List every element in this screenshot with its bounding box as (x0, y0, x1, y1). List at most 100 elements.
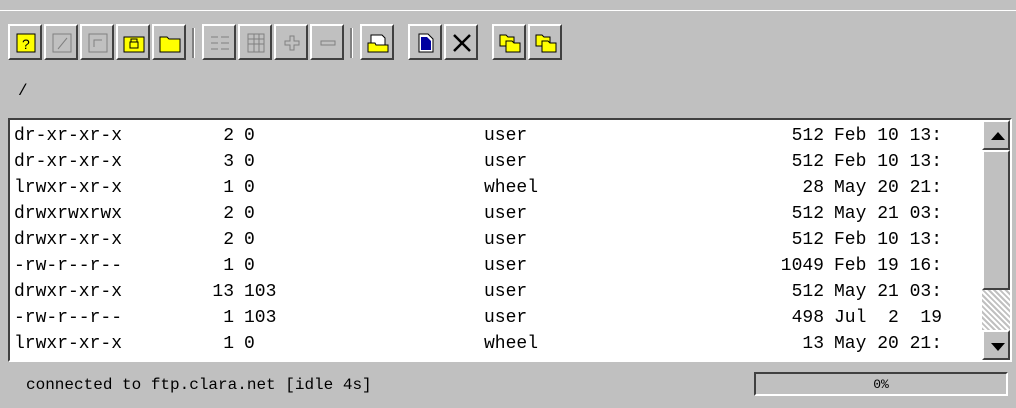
file-size: 512 (791, 230, 824, 250)
scroll-up-button[interactable] (982, 120, 1010, 150)
file-perm: dr-xr-xr-x (14, 152, 123, 172)
progress-bar: 0% (754, 372, 1008, 396)
file-perm: dr-xr-xr-x (14, 126, 123, 146)
file-group: user (484, 126, 528, 146)
paste-button[interactable] (528, 24, 562, 60)
file-row[interactable]: dr-xr-xr-x 3 0 user 512 Feb 10 13: (14, 148, 984, 174)
file-row[interactable]: -rw-r--r-- 1 0 user 1049 Feb 19 16: (14, 252, 984, 278)
file-row[interactable]: dr-xr-xr-x 2 0 user 512 Feb 10 13: (14, 122, 984, 148)
add-button[interactable] (274, 24, 308, 60)
status-bar: connected to ftp.clara.net [idle 4s] 0% (8, 366, 1012, 402)
file-links: 2 (223, 126, 234, 146)
add-icon (284, 35, 300, 51)
detail-view-icon (247, 33, 265, 53)
file-date: Jul 2 19 (834, 308, 943, 328)
file-size: 512 (791, 126, 824, 146)
file-size: 1049 (780, 256, 824, 276)
file-date: May 20 21: (834, 178, 943, 198)
file-size: 13 (802, 334, 824, 354)
file-links: 1 (223, 178, 234, 198)
file-group: wheel (484, 178, 539, 198)
arrow-down-icon (991, 343, 1005, 351)
file-size: 512 (791, 204, 824, 224)
file-owner: 0 (244, 178, 255, 198)
file-perm: lrwxr-xr-x (14, 334, 123, 354)
list-view-button[interactable] (202, 24, 236, 60)
lock-folder-button[interactable] (116, 24, 150, 60)
file-row[interactable]: lrwxr-xr-x 1 0 wheel 13 May 20 21: (14, 330, 984, 356)
copy-button[interactable] (492, 24, 526, 60)
progress-label: 0% (873, 377, 889, 392)
paste-icon (535, 34, 557, 53)
file-list[interactable]: dr-xr-xr-x 2 0 user 512 Feb 10 13: dr-xr-xr-x 3… (8, 118, 1012, 362)
status-text: connected to ftp.clara.net [idle 4s] (26, 376, 372, 394)
new-file-button[interactable] (408, 24, 442, 60)
scroll-thumb[interactable] (982, 150, 1010, 290)
file-owner: 0 (244, 204, 255, 224)
current-path: / (18, 82, 28, 100)
edit-button[interactable] (44, 24, 78, 60)
file-date: Feb 10 13: (834, 152, 943, 172)
file-links: 1 (223, 256, 234, 276)
file-date: Feb 10 13: (834, 230, 943, 250)
file-perm: -rw-r--r-- (14, 256, 123, 276)
file-links: 13 (212, 282, 234, 302)
arrow-up-icon (991, 132, 1005, 140)
open-file-button[interactable] (360, 24, 394, 60)
open-file-icon (367, 34, 389, 53)
remove-button[interactable] (310, 24, 344, 60)
file-links: 2 (223, 204, 234, 224)
file-list-rows: dr-xr-xr-x 2 0 user 512 Feb 10 13: dr-xr-xr-x 3… (14, 122, 984, 356)
new-file-icon (418, 33, 434, 53)
toolbar-separator (350, 28, 353, 58)
file-row[interactable]: drwxr-xr-x 13 103 user 512 May 21 03: (14, 278, 984, 304)
file-links: 3 (223, 152, 234, 172)
copy-icon (499, 34, 521, 53)
file-links: 1 (223, 308, 234, 328)
file-row[interactable]: drwxrwxrwx 2 0 user 512 May 21 03: (14, 200, 984, 226)
up-folder-button[interactable] (80, 24, 114, 60)
file-date: May 21 03: (834, 282, 943, 302)
file-size: 498 (791, 308, 824, 328)
file-size: 28 (802, 178, 824, 198)
help-button[interactable]: ? (8, 24, 42, 60)
file-size: 512 (791, 282, 824, 302)
up-folder-icon (88, 33, 108, 53)
remove-icon (320, 40, 336, 46)
file-owner: 0 (244, 256, 255, 276)
file-owner: 0 (244, 230, 255, 250)
window-top-edge (0, 0, 1016, 11)
file-date: Feb 10 13: (834, 126, 943, 146)
file-date: Feb 19 16: (834, 256, 943, 276)
list-view-icon (211, 36, 229, 50)
file-links: 2 (223, 230, 234, 250)
file-row[interactable]: -rw-r--r-- 1 103 user 498 Jul 2 19 (14, 304, 984, 330)
toolbar-separator (192, 28, 195, 58)
detail-view-button[interactable] (238, 24, 272, 60)
file-owner: 103 (244, 308, 277, 328)
folder-button[interactable] (152, 24, 186, 60)
file-perm: drwxr-xr-x (14, 230, 123, 250)
file-row[interactable]: drwxr-xr-x 2 0 user 512 Feb 10 13: (14, 226, 984, 252)
help-icon: ? (16, 33, 36, 53)
file-perm: drwxrwxrwx (14, 204, 123, 224)
delete-button[interactable] (444, 24, 478, 60)
file-group: user (484, 256, 528, 276)
scroll-down-button[interactable] (982, 330, 1010, 360)
lock-folder-icon (123, 36, 145, 53)
file-date: May 20 21: (834, 334, 943, 354)
file-size: 512 (791, 152, 824, 172)
file-date: May 21 03: (834, 204, 943, 224)
file-owner: 0 (244, 152, 255, 172)
edit-icon (52, 33, 72, 53)
file-group: user (484, 204, 528, 224)
file-owner: 0 (244, 126, 255, 146)
file-perm: drwxr-xr-x (14, 282, 123, 302)
file-owner: 103 (244, 282, 277, 302)
folder-icon (159, 36, 181, 53)
file-group: user (484, 230, 528, 250)
file-row[interactable]: lrwxr-xr-x 1 0 wheel 28 May 20 21: (14, 174, 984, 200)
scroll-track[interactable] (982, 290, 1010, 330)
vertical-scrollbar[interactable] (982, 120, 1010, 360)
file-perm: lrwxr-xr-x (14, 178, 123, 198)
